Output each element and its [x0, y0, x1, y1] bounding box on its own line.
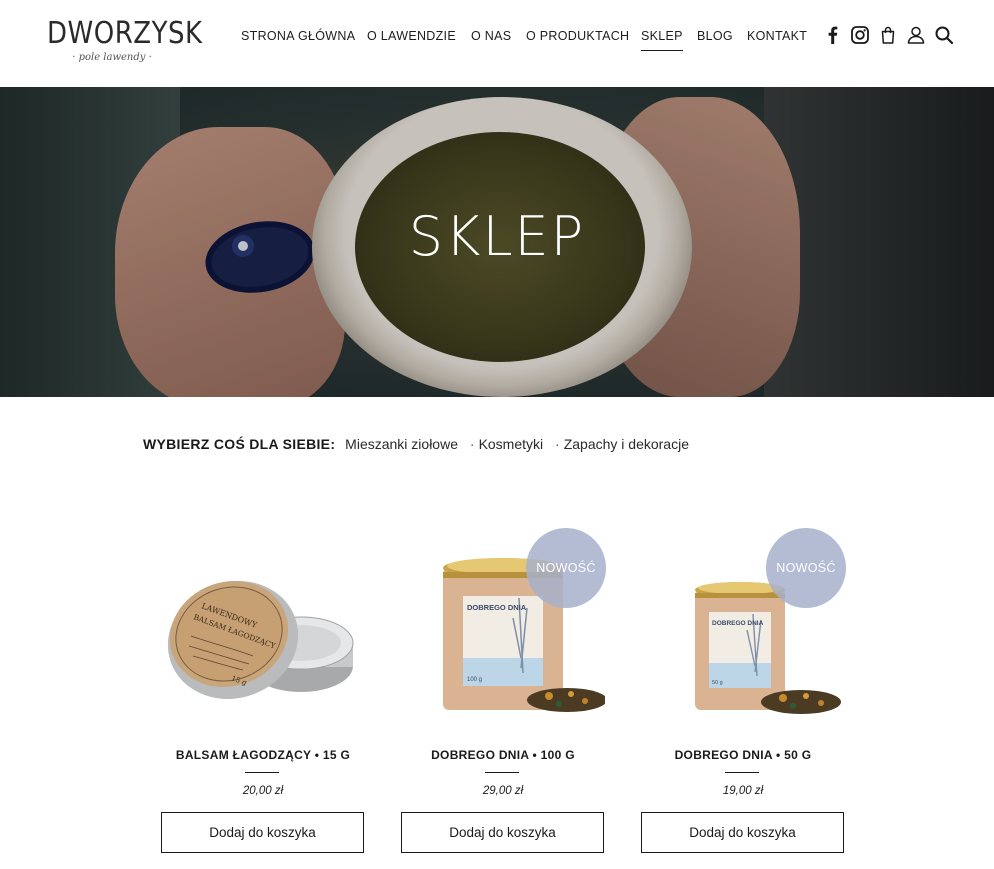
- site-header: DWORZYSK · pole lawendy · STRONA GŁÓWNA …: [0, 0, 994, 87]
- product-price: 29,00 zł: [482, 785, 524, 797]
- product-divider: [485, 772, 519, 773]
- instagram-icon[interactable]: [849, 24, 871, 46]
- nav-item-contact[interactable]: KONTAKT: [747, 28, 807, 44]
- filter-label: WYBIERZ COŚ DLA SIEBIE:: [143, 436, 336, 452]
- product-price: 19,00 zł: [722, 785, 764, 797]
- product-label-line: 100 g: [467, 677, 482, 683]
- site-logo[interactable]: DWORZYSK · pole lawendy ·: [47, 16, 203, 68]
- product-card: DOBREGO DNIA 100 g NOWOŚĆ DOBREGO DNIA •…: [401, 528, 607, 858]
- nav-item-home[interactable]: STRONA GŁÓWNA: [241, 28, 355, 44]
- product-divider: [725, 772, 759, 773]
- category-filter: WYBIERZ COŚ DLA SIEBIE: Mieszanki ziołow…: [143, 435, 689, 455]
- product-card: LAWENDOWY BALSAM ŁAGODZĄCY 15 g BALSAM Ł…: [161, 528, 365, 858]
- product-image[interactable]: LAWENDOWY BALSAM ŁAGODZĄCY 15 g: [161, 548, 365, 728]
- new-badge: NOWOŚĆ: [766, 528, 846, 608]
- nav-item-shop[interactable]: SKLEP: [641, 28, 683, 51]
- nav-item-blog[interactable]: BLOG: [697, 28, 733, 44]
- filter-link-cosmetics[interactable]: Kosmetyki: [479, 436, 544, 452]
- nav-item-about-lavender[interactable]: O LAWENDZIE: [367, 28, 456, 44]
- page-title: SKLEP: [408, 205, 586, 268]
- product-label-line: DOBREGO DNIA: [712, 620, 764, 627]
- filter-link-scents-decorations[interactable]: Zapachy i dekoracje: [564, 436, 689, 452]
- new-badge: NOWOŚĆ: [526, 528, 606, 608]
- add-to-cart-button[interactable]: Dodaj do koszyka: [401, 812, 604, 853]
- nav-item-about-us[interactable]: O NAS: [471, 28, 511, 44]
- logo-tagline: · pole lawendy ·: [72, 52, 152, 63]
- product-card: DOBREGO DNIA 50 g NOWOŚĆ DOBREGO DNIA • …: [641, 528, 846, 858]
- add-to-cart-button[interactable]: Dodaj do koszyka: [161, 812, 364, 853]
- search-icon[interactable]: [933, 24, 955, 46]
- logo-wordmark: DWORZYSK: [47, 16, 203, 52]
- product-divider: [245, 772, 279, 773]
- nav-item-about-products[interactable]: O PRODUKTACH: [526, 28, 629, 44]
- facebook-icon[interactable]: [822, 24, 844, 46]
- cart-icon[interactable]: [877, 24, 899, 46]
- user-icon[interactable]: [905, 24, 927, 46]
- product-label-line: DOBREGO DNIA: [467, 603, 527, 612]
- hero-banner: SKLEP: [0, 87, 994, 397]
- product-title[interactable]: DOBREGO DNIA • 50 G: [641, 748, 845, 762]
- filter-link-herbal-mixes[interactable]: Mieszanki ziołowe: [345, 436, 458, 452]
- product-title[interactable]: DOBREGO DNIA • 100 G: [401, 748, 605, 762]
- product-label-line: 50 g: [712, 680, 723, 686]
- filter-separator: ·: [555, 436, 560, 452]
- product-price: 20,00 zł: [242, 785, 284, 797]
- filter-separator: ·: [469, 436, 475, 452]
- add-to-cart-button[interactable]: Dodaj do koszyka: [641, 812, 844, 853]
- product-title[interactable]: BALSAM ŁAGODZĄCY • 15 G: [161, 748, 365, 762]
